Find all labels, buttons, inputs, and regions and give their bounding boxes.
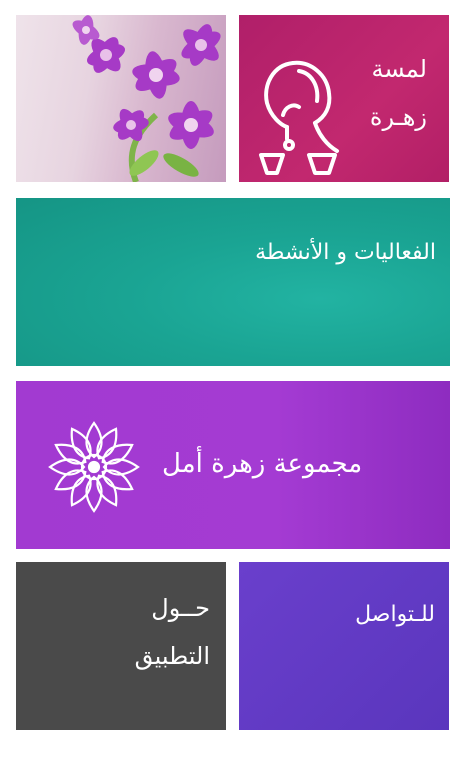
group-name-label: مجموعة زهرة أمل [162, 449, 363, 479]
lamsa-title-line2: زهـرة [369, 103, 427, 131]
orchid-photo [72, 15, 221, 182]
lamsa-zahra-tile[interactable]: لمسة زهـرة [239, 15, 449, 182]
about-label-line2: التطبيق [134, 642, 210, 670]
events-activities-tile[interactable]: الفعاليات و الأنشطة [16, 198, 450, 366]
contact-label: للـتواصل [355, 602, 435, 627]
events-activities-label: الفعاليات و الأنشطة [255, 240, 436, 265]
woman-profile-icon [259, 60, 339, 175]
zahrat-amal-group-tile[interactable]: مجموعة زهرة أمل [16, 381, 450, 549]
about-label-line1: حــول [151, 594, 210, 622]
lamsa-title-line1: لمسة [371, 55, 427, 83]
orchid-photo-tile[interactable] [16, 15, 226, 182]
about-app-tile[interactable]: حــول التطبيق [16, 562, 226, 730]
flower-mandala-icon [48, 421, 140, 513]
contact-tile[interactable]: للـتواصل [239, 562, 449, 730]
